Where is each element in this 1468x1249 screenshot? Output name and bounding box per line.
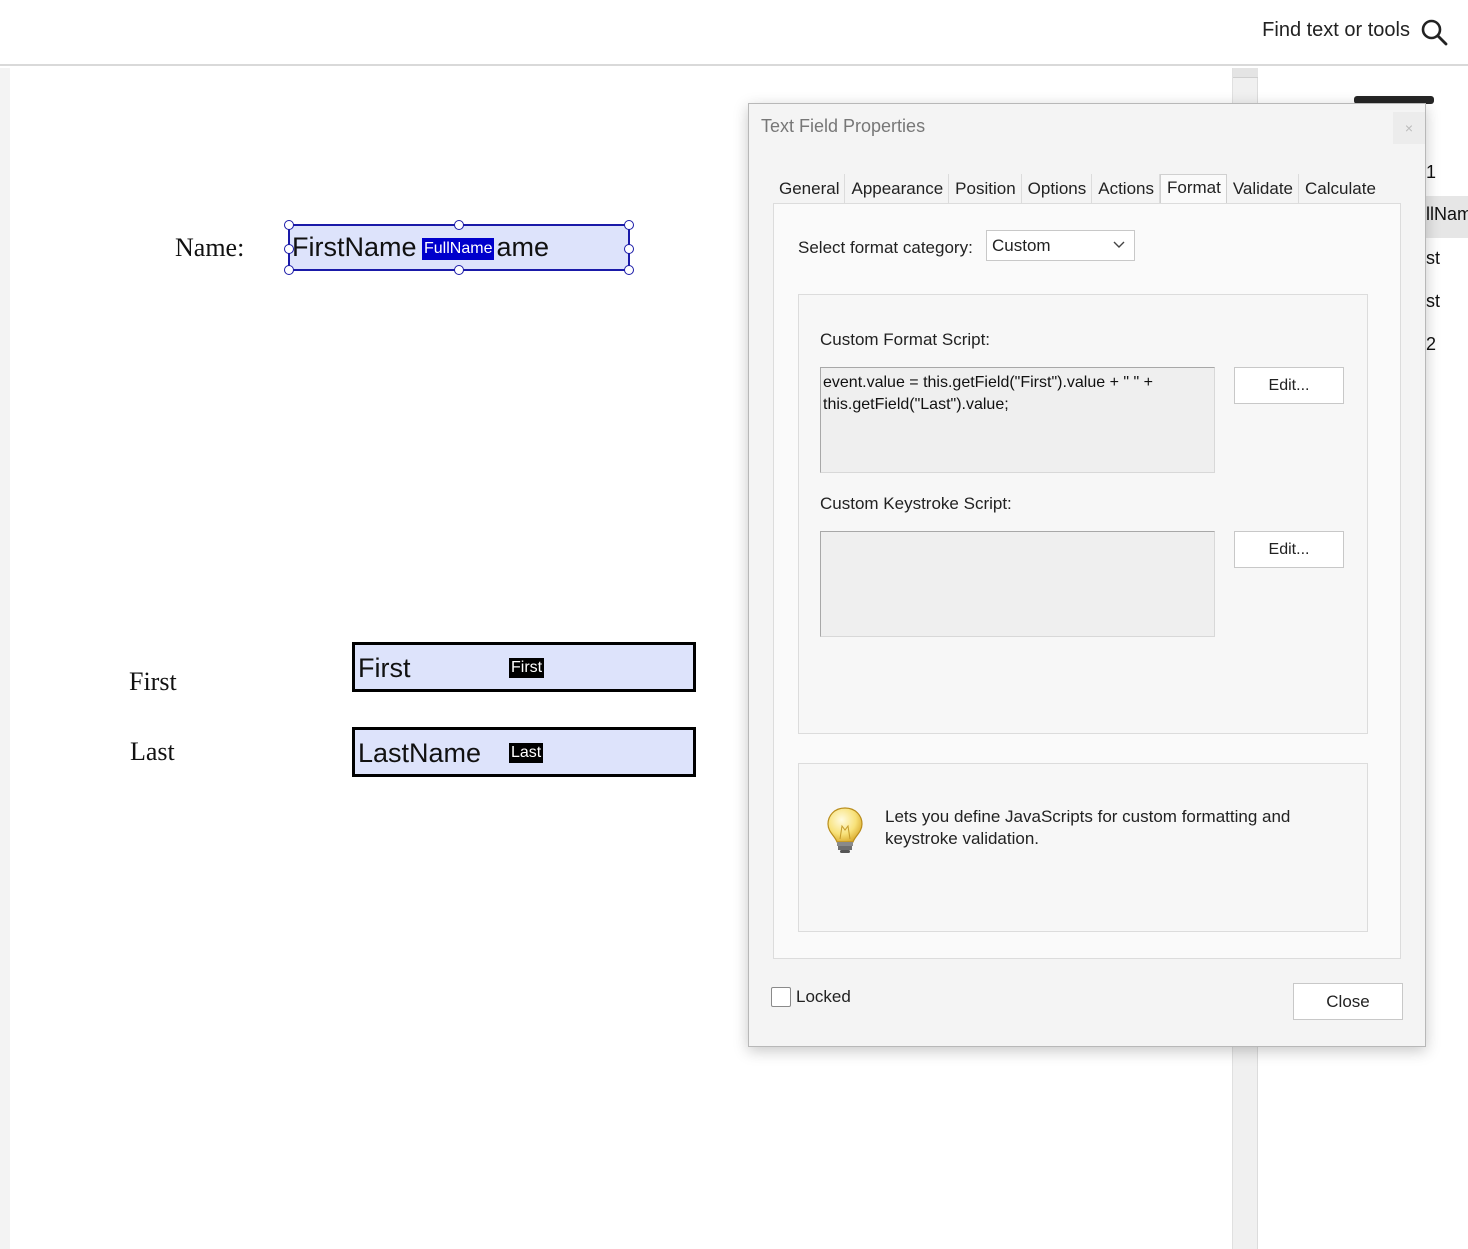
- fields-panel-item[interactable]: 1: [1426, 162, 1468, 183]
- last-field-value: LastName: [358, 738, 482, 768]
- edit-format-script-button[interactable]: Edit...: [1234, 367, 1344, 404]
- tab-position[interactable]: Position: [949, 174, 1022, 204]
- close-button[interactable]: Close: [1293, 983, 1403, 1020]
- last-field-tag: Last: [509, 743, 544, 763]
- fields-panel-item[interactable]: 2: [1426, 334, 1468, 355]
- resize-handle-w[interactable]: [284, 244, 294, 254]
- top-toolbar: Find text or tools: [0, 0, 1468, 66]
- search-icon[interactable]: [1420, 18, 1448, 46]
- fullname-text-field[interactable]: FirstName ame FullName: [284, 220, 634, 275]
- scrollbar-thumb[interactable]: [1233, 68, 1258, 78]
- tab-validate[interactable]: Validate: [1227, 174, 1300, 204]
- chevron-down-icon: [1113, 241, 1125, 248]
- locked-checkbox[interactable]: [771, 987, 791, 1007]
- text-field-properties-dialog: Text Field Properties × General Appearan…: [748, 103, 1426, 1047]
- tab-format[interactable]: Format: [1160, 174, 1227, 205]
- first-label: First: [129, 667, 177, 696]
- format-info-text: Lets you define JavaScripts for custom f…: [885, 807, 1291, 848]
- last-text-field[interactable]: LastName Last: [352, 727, 696, 777]
- close-icon[interactable]: ×: [1393, 112, 1425, 144]
- tab-calculate[interactable]: Calculate: [1299, 174, 1381, 204]
- resize-handle-sw[interactable]: [284, 265, 294, 275]
- custom-keystroke-script-area: [820, 531, 1215, 637]
- fields-panel-item[interactable]: llNam: [1426, 204, 1468, 225]
- custom-keystroke-script-label: Custom Keystroke Script:: [820, 494, 1012, 513]
- first-text-field[interactable]: First First: [352, 642, 696, 692]
- fields-panel-item[interactable]: st: [1426, 291, 1468, 312]
- tab-appearance[interactable]: Appearance: [845, 174, 950, 204]
- resize-handle-e[interactable]: [624, 244, 634, 254]
- resize-handle-se[interactable]: [624, 265, 634, 275]
- tab-actions[interactable]: Actions: [1092, 174, 1160, 204]
- format-category-label: Select format category:: [798, 238, 973, 257]
- name-label: Name:: [175, 233, 245, 262]
- locked-option[interactable]: Locked: [771, 987, 851, 1007]
- dialog-tabs: General Appearance Position Options Acti…: [773, 174, 1381, 205]
- document-left-margin: [0, 68, 10, 1249]
- custom-scripts-group: Custom Format Script: event.value = this…: [798, 294, 1368, 734]
- fullname-field-tag: FullName: [422, 238, 495, 260]
- fields-panel-item[interactable]: st: [1426, 248, 1468, 269]
- dialog-title: Text Field Properties: [761, 116, 926, 136]
- resize-handle-n[interactable]: [454, 220, 464, 230]
- tab-options[interactable]: Options: [1022, 174, 1093, 204]
- locked-label: Locked: [796, 987, 851, 1006]
- edit-keystroke-script-button[interactable]: Edit...: [1234, 531, 1344, 568]
- find-text-or-tools[interactable]: Find text or tools: [1262, 19, 1410, 42]
- last-label: Last: [130, 737, 175, 766]
- format-info-box: Lets you define JavaScripts for custom f…: [798, 763, 1368, 932]
- first-field-value: First: [358, 653, 411, 683]
- format-tab-panel: Select format category: Custom Custom Fo…: [773, 203, 1401, 959]
- format-category-select[interactable]: Custom: [986, 230, 1135, 261]
- resize-handle-s[interactable]: [454, 265, 464, 275]
- resize-handle-ne[interactable]: [624, 220, 634, 230]
- fullname-field-value: FirstName ame: [292, 232, 550, 262]
- first-field-tag: First: [509, 658, 545, 678]
- lightbulb-icon: [827, 807, 863, 853]
- format-category-value: Custom: [992, 236, 1051, 255]
- custom-format-script-area: event.value = this.getField("First").val…: [820, 367, 1215, 473]
- resize-handle-nw[interactable]: [284, 220, 294, 230]
- tab-general[interactable]: General: [773, 174, 846, 204]
- custom-format-script-label: Custom Format Script:: [820, 330, 991, 349]
